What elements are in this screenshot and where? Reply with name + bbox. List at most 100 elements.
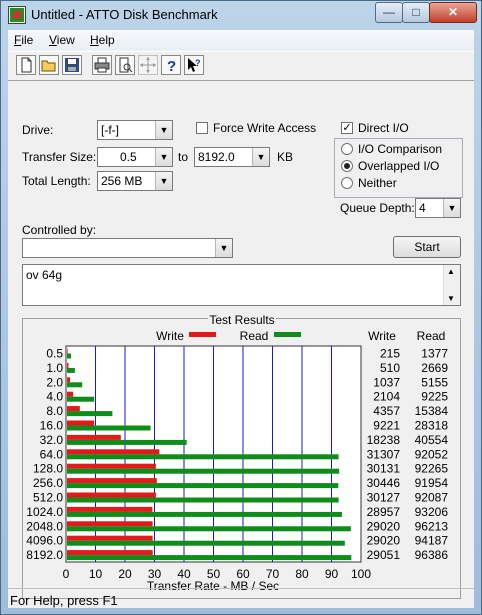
transfer-from-value: 0.5 (120, 150, 137, 164)
read-bar (67, 411, 113, 417)
write-value: 30127 (367, 491, 401, 505)
write-bar (67, 506, 153, 512)
legend-write-swatch (189, 332, 216, 337)
queue-depth-select[interactable]: 4 ▼ (415, 198, 461, 218)
overlapped-io-radio[interactable] (341, 160, 353, 172)
notes-textarea[interactable]: ov 64g ▲ ▼ (22, 264, 461, 306)
chevron-down-icon[interactable]: ▼ (252, 148, 269, 166)
new-file-icon[interactable] (16, 55, 36, 75)
close-button[interactable]: ✕ (429, 2, 477, 23)
x-tick-label: 10 (89, 567, 103, 581)
help-icon[interactable]: ? (161, 55, 181, 75)
notes-scrollbar[interactable]: ▲ ▼ (443, 265, 460, 305)
scroll-down-icon[interactable]: ▼ (447, 294, 455, 303)
read-bar (67, 511, 342, 517)
read-bar (67, 367, 75, 373)
write-value: 29051 (367, 548, 401, 562)
write-bar (67, 406, 80, 412)
write-bar (67, 550, 153, 556)
neither-radio[interactable] (341, 177, 353, 189)
read-column-header: Read (417, 329, 446, 343)
drive-label: Drive: (22, 123, 54, 137)
legend-write-label: Write (156, 329, 184, 343)
y-tick-label: 128.0 (33, 462, 63, 476)
read-value: 28318 (415, 419, 449, 433)
settings-panel: Drive: [-f-] ▼ Force Write Access ✓ Dire… (8, 81, 474, 599)
write-bar (67, 463, 156, 469)
read-value: 93206 (415, 505, 449, 519)
write-bar (67, 362, 69, 368)
direct-io-checkbox[interactable]: ✓ (341, 122, 353, 134)
y-tick-label: 1024.0 (26, 505, 63, 519)
write-bar (67, 449, 160, 455)
context-help-icon[interactable]: ? (184, 55, 204, 75)
write-value: 1037 (373, 375, 400, 389)
results-chart: Test Results Write Read Write Read 0.51.… (26, 312, 449, 593)
write-value: 2104 (373, 390, 400, 404)
drive-select[interactable]: [-f-] ▼ (97, 120, 173, 140)
x-tick-label: 100 (351, 567, 371, 581)
transfer-size-to-select[interactable]: 8192.0 ▼ (194, 147, 270, 167)
title-bar[interactable]: Untitled - ATTO Disk Benchmark — □ ✕ (1, 1, 481, 29)
app-icon (9, 7, 25, 23)
neither-label: Neither (358, 176, 397, 190)
total-length-select[interactable]: 256 MB ▼ (97, 171, 173, 191)
write-value: 29020 (367, 519, 401, 533)
results-title: Test Results (209, 313, 274, 327)
write-value: 31307 (367, 447, 401, 461)
menu-file[interactable]: File (14, 33, 33, 47)
move-icon[interactable] (138, 55, 158, 75)
read-value: 92265 (415, 462, 449, 476)
scroll-up-icon[interactable]: ▲ (447, 267, 455, 276)
read-value: 94187 (415, 534, 449, 548)
read-bar (67, 353, 72, 359)
minimize-button[interactable]: — (375, 2, 403, 23)
chevron-down-icon[interactable]: ▼ (215, 239, 232, 257)
read-bar (67, 483, 339, 489)
write-bar (67, 420, 95, 426)
queue-depth-value: 4 (419, 201, 426, 215)
notes-text: ov 64g (26, 268, 63, 282)
menu-view[interactable]: View (49, 33, 75, 47)
y-tick-label: 4.0 (46, 390, 63, 404)
save-icon[interactable] (62, 55, 82, 75)
legend-read-label: Read (240, 329, 269, 343)
print-preview-icon[interactable] (115, 55, 135, 75)
read-value: 40554 (415, 433, 449, 447)
maximize-button[interactable]: □ (402, 2, 430, 23)
controlled-by-select[interactable]: ▼ (22, 238, 233, 258)
svg-text:?: ? (195, 58, 201, 68)
y-tick-label: 0.5 (46, 347, 63, 361)
controlled-by-label: Controlled by: (22, 223, 97, 237)
y-tick-label: 8.0 (46, 404, 63, 418)
y-tick-label: 8192.0 (26, 548, 63, 562)
to-label: to (178, 150, 189, 164)
print-icon[interactable] (92, 55, 112, 75)
chevron-down-icon[interactable]: ▼ (155, 121, 172, 139)
client-area: File View Help ? ? Drive: [-f-] ▼ Force … (8, 30, 474, 608)
y-tick-label: 512.0 (33, 491, 63, 505)
queue-depth-label: Queue Depth: (340, 201, 415, 215)
menu-help[interactable]: Help (90, 33, 115, 47)
write-value: 29020 (367, 534, 401, 548)
app-window: Untitled - ATTO Disk Benchmark — □ ✕ Fil… (0, 0, 482, 615)
write-column-header: Write (368, 329, 396, 343)
x-tick-label: 90 (325, 567, 339, 581)
y-tick-label: 32.0 (40, 433, 64, 447)
start-button[interactable]: Start (393, 236, 461, 258)
open-folder-icon[interactable] (39, 55, 59, 75)
transfer-size-from-select[interactable]: 0.5 ▼ (97, 147, 173, 167)
chevron-down-icon[interactable]: ▼ (155, 172, 172, 190)
read-bar (67, 555, 352, 561)
write-value: 30446 (367, 476, 401, 490)
svg-text:?: ? (167, 58, 176, 74)
y-tick-label: 2.0 (46, 375, 63, 389)
io-comparison-radio[interactable] (341, 143, 353, 155)
write-bar (67, 535, 153, 541)
read-value: 9225 (421, 390, 448, 404)
chevron-down-icon[interactable]: ▼ (155, 148, 172, 166)
read-value: 1377 (421, 347, 448, 361)
chevron-down-icon[interactable]: ▼ (443, 199, 460, 217)
write-bar (67, 521, 153, 527)
force-write-checkbox[interactable] (196, 122, 208, 134)
